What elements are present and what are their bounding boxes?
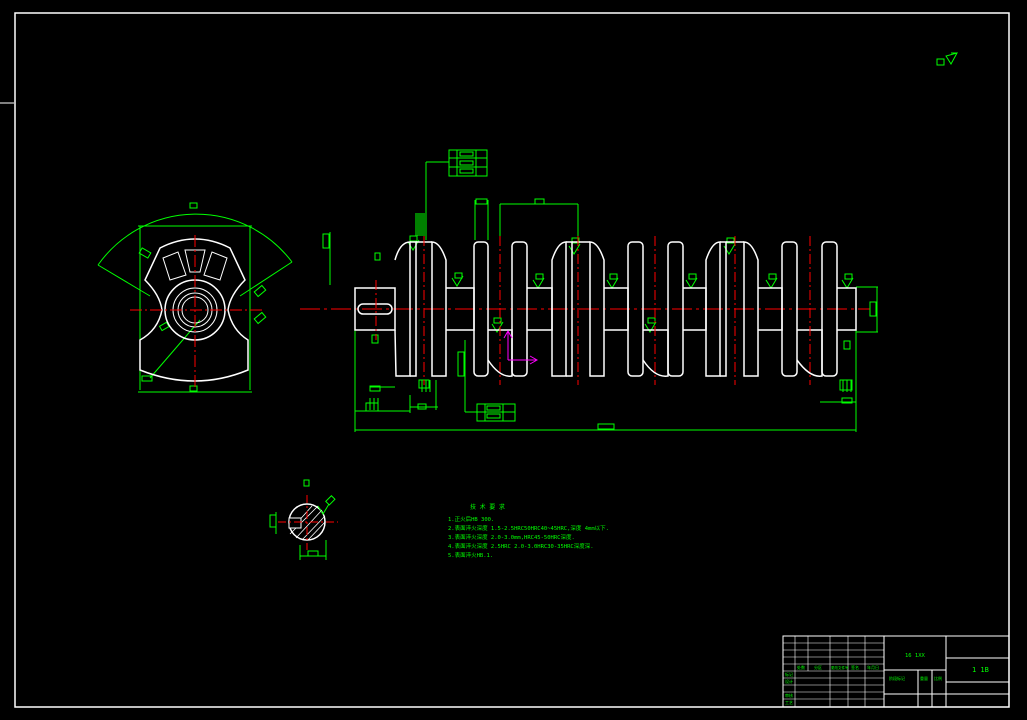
title-col-label-3: 更改文件号	[831, 665, 849, 670]
title-col-label-1: 处数	[797, 664, 805, 670]
technical-notes: 技 术 要 求 1.正火后HB 300. 2.表面淬火深度 1.5-2.5HRC…	[448, 503, 609, 559]
title-scale-label: 比例	[934, 675, 942, 681]
cad-drawing-canvas: 技 术 要 求 1.正火后HB 300. 2.表面淬火深度 1.5-2.5HRC…	[0, 12, 1010, 708]
ucs-marker	[503, 329, 539, 365]
note-line-4: 4.表面淬火深度 2.5HRC 2.0-3.0HRC30-35HRC深度深.	[448, 542, 594, 550]
title-col-label-4: 签名	[851, 664, 859, 670]
title-row-label-3: 审核	[785, 692, 793, 698]
title-row-label-2: 设计	[785, 678, 793, 684]
title-part-name: 16 1XX	[905, 653, 926, 659]
title-col-label-2: 分区	[814, 664, 822, 670]
title-row-label-1: 标记	[785, 671, 793, 677]
title-col-label-5: 年月日	[867, 664, 879, 670]
note-line-2: 2.表面淬火深度 1.5-2.5HRC50HRC40~45HRC,深度 4mm以…	[448, 524, 609, 532]
title-drawing-no: 1 1B	[972, 666, 989, 674]
section-view	[269, 479, 338, 560]
notes-title: 技 术 要 求	[470, 503, 505, 511]
title-row-label-4: 工艺	[785, 700, 793, 705]
title-material-label: 阶段标记	[889, 675, 905, 681]
title-weight-label: 重量	[920, 675, 928, 681]
crankshaft-main-view	[300, 149, 878, 432]
note-line-3: 3.表面淬火深度 2.0-3.0mm,HRC45-50HRC深度.	[448, 533, 575, 541]
end-view	[97, 202, 293, 393]
note-line-1: 1.正火后HB 300.	[448, 515, 494, 523]
note-line-5: 5.表面淬火HB.1.	[448, 551, 493, 559]
roughness-symbol-corner	[936, 52, 959, 66]
